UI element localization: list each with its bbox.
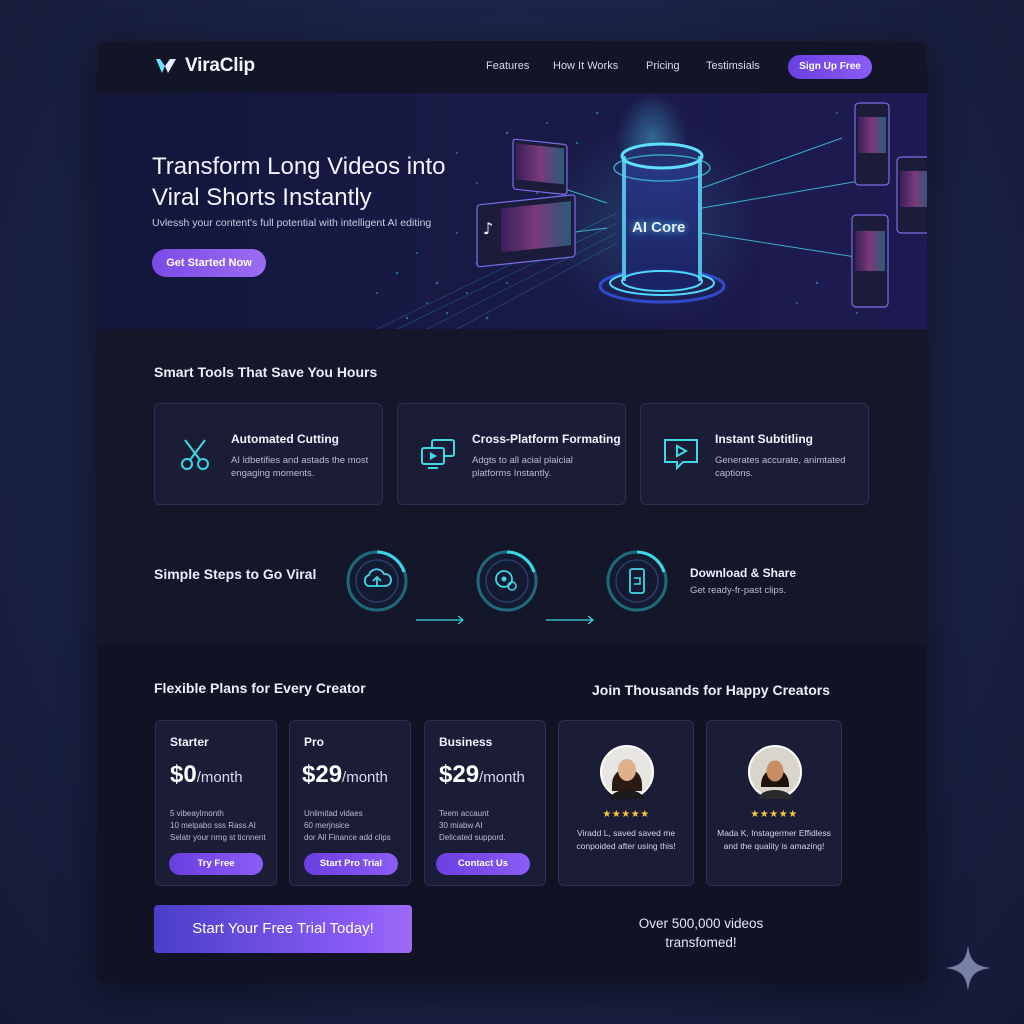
get-started-button[interactable]: Get Started Now <box>152 249 266 277</box>
nav-link-pricing[interactable]: Pricing <box>646 60 680 72</box>
testimonial-card: ★★★★★ Mada K, Instagermer Effidless and … <box>706 720 842 886</box>
feature-card-cross-platform[interactable]: Cross-Platform Formating Adgts to all ac… <box>397 403 626 505</box>
plan-name: Pro <box>304 735 325 749</box>
nav-link-testimonials[interactable]: Testimsials <box>706 60 760 72</box>
plan-feature: 60 merjnsice <box>304 821 350 830</box>
features-heading: Smart Tools That Save You Hours <box>154 364 378 380</box>
landing-page: ViraClip Features How It Works Pricing T… <box>97 41 927 983</box>
plan-feature: Teem accaunt <box>439 809 489 818</box>
step-final-title: Download & Share <box>690 566 797 580</box>
feature-desc: Adgts to all acial plaicial platforms In… <box>472 455 573 479</box>
try-free-button[interactable]: Try Free <box>169 853 263 875</box>
feature-card-automated-cutting[interactable]: Automated Cutting AI ldbetifies and asta… <box>154 403 383 505</box>
hero-title: Transform Long Videos into Viral Shorts … <box>152 153 446 211</box>
svg-text:♪: ♪ <box>483 218 493 238</box>
plan-name: Starter <box>170 735 209 749</box>
steps-heading: Simple Steps to Go Viral <box>154 566 317 582</box>
sign-up-button[interactable]: Sign Up Free <box>788 55 872 79</box>
plan-card-business: Business $29/month Teem accaunt 30 miabw… <box>424 720 546 886</box>
pricing-heading: Flexible Plans for Every Creator <box>154 680 366 696</box>
feature-title: Automated Cutting <box>231 432 339 446</box>
plan-feature: Unlimitad vidaes <box>304 809 363 818</box>
brand-name: ViraClip <box>185 55 255 76</box>
plan-card-starter: Starter $0/month 5 vibeaylmonth 10 melpa… <box>155 720 277 886</box>
plan-feature: 10 melpabo sss Rass AI <box>170 821 256 830</box>
ai-core-label: AI Core <box>632 219 686 236</box>
feature-desc: Generates accurate, animtated captions. <box>715 455 846 479</box>
plan-feature: Selatr your nrng st ticnnent <box>170 833 266 842</box>
plan-card-pro: Pro $29/month Unlimitad vidaes 60 merjns… <box>289 720 411 886</box>
plan-feature: dor All Finance add clips <box>304 833 391 842</box>
brand-logo[interactable]: ViraClip <box>154 55 255 77</box>
hero-illustration: ♪ AI Core <box>457 93 927 329</box>
plan-feature: Delicated suppord. <box>439 833 506 842</box>
avatar <box>600 745 654 799</box>
videos-transformed-stat: Over 500,000 videos transfomed! <box>638 916 764 950</box>
ai-process-icon[interactable] <box>476 550 538 612</box>
feature-title: Cross-Platform Formating <box>472 432 621 446</box>
step-arrow-icon <box>546 615 594 625</box>
plan-feature: 30 miabw AI <box>439 821 483 830</box>
avatar <box>748 745 802 799</box>
step-final-desc: Get ready-fr-past clips. <box>690 585 787 596</box>
plan-price: $29/month <box>439 761 525 788</box>
rating-stars: ★★★★★ <box>602 809 650 820</box>
hero-subtitle: Uvlessh your content's full potential wi… <box>152 217 432 229</box>
testimonial-quote: Mada K, Instagermer Effidless and the qu… <box>717 828 831 851</box>
sparkle-icon <box>945 945 991 991</box>
upload-cloud-icon[interactable] <box>346 550 408 612</box>
plan-name: Business <box>439 735 493 749</box>
top-nav: ViraClip Features How It Works Pricing T… <box>97 41 927 93</box>
step-arrow-icon <box>416 615 464 625</box>
plan-price: $29/month <box>302 761 388 788</box>
feature-card-instant-subtitling[interactable]: Instant Subtitling Generates accurate, a… <box>640 403 869 505</box>
ai-core-illustration: ♪ <box>476 93 927 323</box>
start-pro-trial-button[interactable]: Start Pro Trial <box>304 853 398 875</box>
plan-price: $0/month <box>170 761 243 788</box>
mobile-share-icon[interactable] <box>606 550 668 612</box>
scissors-icon <box>181 439 209 470</box>
nav-link-features[interactable]: Features <box>486 60 529 72</box>
hero-section: Transform Long Videos into Viral Shorts … <box>97 93 927 329</box>
nav-link-how-it-works[interactable]: How It Works <box>553 60 618 72</box>
caption-bubble-icon <box>664 439 698 471</box>
plan-feature: 5 vibeaylmonth <box>170 809 224 818</box>
rating-stars: ★★★★★ <box>750 809 798 820</box>
contact-us-button[interactable]: Contact Us <box>436 853 530 875</box>
features-section: Smart Tools That Save You Hours Automate… <box>97 329 927 645</box>
multi-screen-icon <box>421 439 455 469</box>
testimonial-quote: Viradd L, saved saved me conpoided after… <box>576 828 676 851</box>
start-free-trial-button[interactable]: Start Your Free Trial Today! <box>154 905 412 953</box>
testimonial-card: ★★★★★ Viradd L, saved saved me conpoided… <box>558 720 694 886</box>
testimonials-heading: Join Thousands for Happy Creators <box>592 682 831 698</box>
feature-title: Instant Subtitling <box>715 432 813 446</box>
feature-desc: AI ldbetifies and astads the most engagi… <box>231 455 369 479</box>
viraclip-logo-icon <box>156 59 176 73</box>
